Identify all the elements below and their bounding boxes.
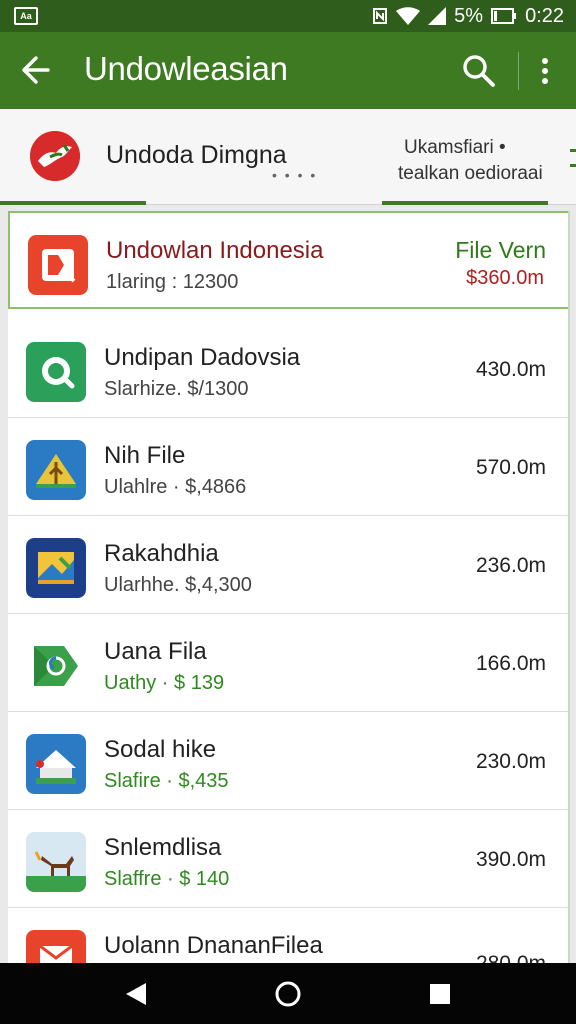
item-name: Uolann DnananFilea <box>104 932 323 959</box>
signal-icon <box>428 7 447 25</box>
more-vert-icon[interactable] <box>530 52 560 90</box>
arrow-left-icon[interactable] <box>18 52 54 88</box>
app-bar-divider <box>518 52 519 90</box>
list-item[interactable]: Undipan Dadovsia Slarhize. $/1300 430.0m <box>8 320 568 418</box>
tab-undoda-dimgna[interactable]: Undoda Dimgna • • • • <box>0 109 380 205</box>
item-name: Undowlan Indonesia <box>106 237 324 264</box>
recents-square-icon[interactable] <box>425 979 455 1009</box>
item-size: 390.0m <box>475 848 546 871</box>
item-size: 430.0m <box>475 358 546 381</box>
tab-indicator <box>382 201 548 205</box>
list-item[interactable]: Uana Fila Uathy · $ 139 166.0m <box>8 614 568 712</box>
list-item[interactable]: Rakahdhia Ularhhe. $,4,300 236.0m <box>8 516 568 614</box>
tab-indicator <box>0 201 146 205</box>
list-item[interactable]: Undowlan Indonesia 1laring : 12300 File … <box>8 211 568 309</box>
tab-label-line2: tealkan oedioraai <box>398 163 543 184</box>
app-notification-icon: Aa <box>14 7 38 25</box>
item-size: 236.0m <box>475 554 546 577</box>
clock: 0:22 <box>525 4 564 27</box>
status-bar: Aa 5% 0:22 <box>0 0 576 32</box>
item-size: 166.0m <box>475 652 546 675</box>
app-icon-green-swirl <box>26 636 86 696</box>
tab-dots: • • • • <box>272 167 318 183</box>
wifi-icon <box>396 7 421 25</box>
item-name: Rakahdhia <box>104 540 219 567</box>
item-subtitle: Ulahlre · $,4866 <box>104 476 247 498</box>
app-bar: Undowleasian <box>0 32 576 109</box>
app-icon-red-mail <box>26 930 86 963</box>
indonesia-map-logo-icon <box>30 131 80 181</box>
item-size: 230.0m <box>475 750 546 773</box>
item-name: Nih File <box>104 442 186 469</box>
item-name: Sodal hike <box>104 736 217 763</box>
list-item[interactable]: Snlemdlisa Slaffre · $ 140 390.0m <box>8 810 568 908</box>
item-subtitle: Slarhize. $/1300 <box>104 378 249 400</box>
tab-label: Undoda Dimgna <box>106 141 287 169</box>
battery-percent: 5% <box>454 4 484 27</box>
app-icon-horse <box>26 832 86 892</box>
home-circle-icon[interactable] <box>273 979 303 1009</box>
item-subtitle: Slafire · $,435 <box>104 770 229 792</box>
app-icon-blue-home <box>26 734 86 794</box>
item-subtitle: Ularhhe. $,4,300 <box>104 574 252 596</box>
page-title: Undowleasian <box>84 50 288 87</box>
tab-overflow-marker <box>570 149 576 167</box>
app-icon-green-chat <box>26 342 86 402</box>
tab-label-line1: Ukamsfiari • <box>404 137 506 158</box>
list-item[interactable]: Uolann DnananFilea 280.0m <box>8 908 568 963</box>
item-size: 570.0m <box>475 456 546 479</box>
item-action-label[interactable]: File Vern <box>455 237 546 264</box>
item-subtitle: 1laring : 12300 <box>106 271 239 293</box>
nfc-icon <box>373 8 388 24</box>
file-list: Undowlan Indonesia 1laring : 12300 File … <box>8 211 570 963</box>
system-nav-bar <box>0 963 576 1024</box>
item-size: 280.0m <box>476 952 546 963</box>
item-name: Snlemdlisa <box>104 834 222 861</box>
back-triangle-icon[interactable] <box>122 979 152 1009</box>
item-name: Undipan Dadovsia <box>104 344 301 371</box>
tab-ukamsfiari[interactable]: Ukamsfiari • tealkan oedioraai <box>380 109 570 205</box>
app-icon-navy-photo <box>26 538 86 598</box>
item-subtitle: Uathy · $ 139 <box>104 672 225 694</box>
status-icons: 5% 0:22 <box>372 4 564 28</box>
search-icon[interactable] <box>460 52 498 90</box>
item-name: Uana Fila <box>104 638 207 665</box>
battery-icon <box>491 8 517 24</box>
item-subtitle: Slaffre · $ 140 <box>104 868 230 890</box>
app-icon-blue-tent <box>26 440 86 500</box>
tab-bar: Undoda Dimgna • • • • Ukamsfiari • tealk… <box>0 109 576 205</box>
list-item[interactable]: Sodal hike Slafire · $,435 230.0m <box>8 712 568 810</box>
list-item[interactable]: Nih File Ulahlre · $,4866 570.0m <box>8 418 568 516</box>
app-icon-red <box>28 235 88 295</box>
item-size: $360.0m <box>466 267 544 289</box>
